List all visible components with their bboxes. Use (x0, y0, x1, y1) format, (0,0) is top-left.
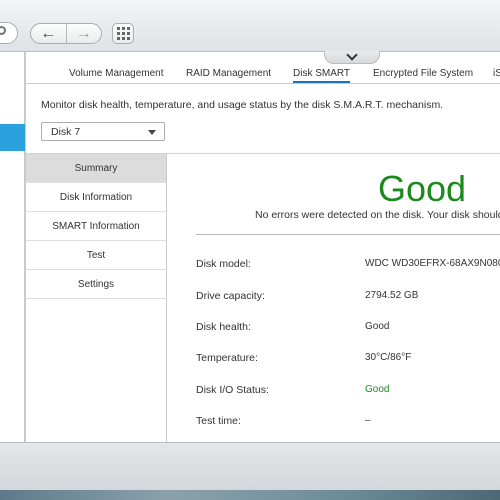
disk-io-status-value: Good (365, 384, 390, 395)
tab-volume-management[interactable]: Volume Management (69, 68, 164, 79)
side-item-smart-information[interactable]: SMART Information (26, 212, 166, 241)
arrow-right-icon: → (75, 24, 92, 42)
sidebar-selected-item[interactable] (0, 124, 25, 151)
dropdown-arrow-icon (148, 130, 156, 135)
disk-select[interactable]: Disk 7 (41, 122, 165, 141)
nav-buttons: ← → (30, 23, 102, 44)
health-status-heading: Good (378, 168, 467, 209)
disk-health-label: Disk health: (196, 321, 251, 333)
tab-disk-smart[interactable]: Disk SMART (293, 68, 351, 83)
disk-select-value: Disk 7 (51, 126, 81, 138)
search-icon (0, 26, 6, 35)
disk-health-value: Good (365, 321, 390, 332)
disk-io-status-label: Disk I/O Status: (196, 384, 269, 396)
side-item-disk-information[interactable]: Disk Information (26, 183, 166, 212)
disk-model-value: WDC WD30EFRX-68AX9N080.0 (365, 258, 500, 269)
page-description: Monitor disk health, temperature, and us… (41, 99, 444, 111)
chevron-down-icon (346, 48, 358, 61)
desktop-background (0, 490, 500, 500)
grid-icon (116, 27, 120, 30)
search-box[interactable] (0, 22, 18, 44)
side-item-summary[interactable]: Summary (26, 154, 166, 183)
back-button[interactable]: ← (31, 24, 67, 43)
disk-model-label: Disk model: (196, 258, 251, 270)
smart-side-menu: Summary Disk Information SMART Informati… (26, 154, 167, 442)
tab-encrypted-file-system[interactable]: Encrypted File System (373, 68, 473, 79)
arrow-left-icon: ← (40, 24, 57, 42)
test-time-label: Test time: (196, 415, 241, 427)
summary-divider (196, 234, 500, 235)
temperature-value: 30°C/86°F (365, 352, 412, 363)
forward-button[interactable]: → (67, 24, 102, 43)
app-sidebar (0, 52, 25, 442)
storage-manager-window: Volume Management RAID Management Disk S… (26, 52, 500, 442)
side-item-test[interactable]: Test (26, 241, 166, 270)
side-item-settings[interactable]: Settings (26, 270, 166, 299)
test-time-value: – (365, 415, 371, 426)
temperature-label: Temperature: (196, 352, 258, 364)
collapse-toolbar-button[interactable] (324, 48, 380, 64)
tab-iscsi[interactable]: iS (493, 68, 500, 79)
top-toolbar: ← → (0, 0, 500, 52)
drive-capacity-label: Drive capacity: (196, 290, 265, 302)
apps-grid-button[interactable] (112, 23, 134, 44)
tab-raid-management[interactable]: RAID Management (186, 68, 271, 79)
health-status-message: No errors were detected on the disk. You… (255, 209, 500, 221)
drive-capacity-value: 2794.52 GB (365, 290, 419, 301)
window-footer (0, 442, 500, 490)
tab-bar: Volume Management RAID Management Disk S… (26, 64, 500, 84)
